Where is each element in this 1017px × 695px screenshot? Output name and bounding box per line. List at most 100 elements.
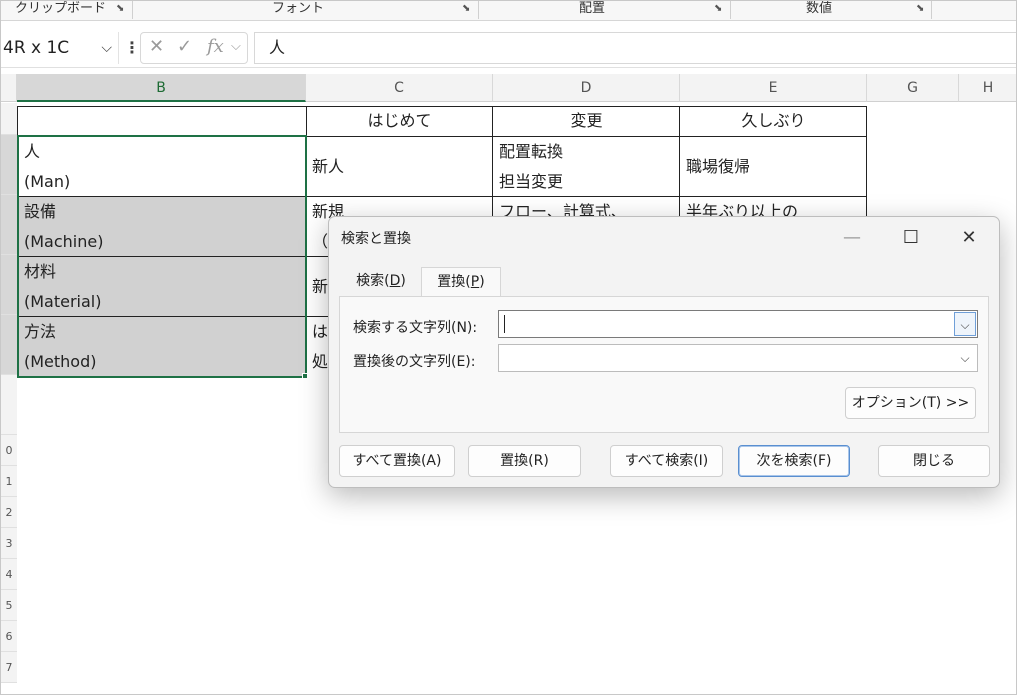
replace-button[interactable]: 置換(R) [468,445,581,477]
chevron-down-icon[interactable]: ⌵ [231,39,241,54]
table-border [17,136,867,137]
ribbon-group-label: 数値 [806,1,833,16]
table-header-cell[interactable]: はじめて [306,106,493,136]
row-header[interactable] [1,255,17,315]
replace-with-label: 置換後の文字列(E): [353,354,476,370]
cell-c[interactable]: 新人 [306,152,344,182]
cell-b-line2[interactable]: (Method) [18,347,97,377]
cell-c-line1[interactable]: は [306,317,328,347]
chevron-down-icon[interactable]: ⌵ [954,346,976,370]
options-button[interactable]: オプション(T) >> [845,387,976,419]
find-all-button[interactable]: すべて検索(I) [610,445,723,477]
enter-icon[interactable]: ✓ [177,36,192,57]
table-header-cell[interactable]: 変更 [493,106,680,136]
column-header-b[interactable]: B [17,74,306,102]
excel-window: クリップボード ⬊ フォント ⬊ 配置 ⬊ 数値 ⬊ 4R x 1C ⌵ ⋮ ✕… [0,0,1017,695]
table-border [17,106,18,377]
dialog-launcher-icon[interactable]: ⬊ [116,4,127,15]
cell-d-line1[interactable]: 配置転換 [493,137,563,167]
ribbon-group-label: クリップボード [15,1,107,16]
chevron-down-icon[interactable]: ⌵ [954,312,976,336]
ribbon-group-bar: クリップボード ⬊ フォント ⬊ 配置 ⬊ 数値 ⬊ [1,1,1016,21]
cell-c[interactable]: 新 [306,272,328,302]
row-header[interactable] [1,315,17,375]
tab-replace[interactable]: 置換(P) [421,267,501,298]
tab-replace-label: 置換(P) [437,274,485,290]
name-box-value: 4R x 1C [3,38,70,58]
replace-panel: 検索する文字列(N): ⌵ 置換後の文字列(E): ⌵ オプション(T) >> [339,296,989,433]
minimize-icon[interactable]: — [829,223,875,253]
cell-b-line1[interactable]: 方法 [18,317,56,347]
row-header[interactable]: 1 [1,466,17,497]
maximize-icon[interactable]: ☐ [888,223,934,253]
cell-b-line1[interactable]: 人 [18,137,40,167]
chevron-down-icon[interactable]: ⌵ [101,32,112,64]
table-header-cell[interactable]: 久しぶり [680,106,867,136]
cell-c-line2[interactable]: 処 [306,347,328,377]
find-what-input[interactable]: ⌵ [498,310,978,338]
table-border [306,106,307,377]
ribbon-group-label: フォント [272,1,325,16]
cell-b-line2[interactable]: (Material) [18,287,101,317]
cell-b-line1[interactable]: 材料 [18,257,56,287]
find-replace-dialog: 検索と置換 — ☐ ✕ 検索(D) 置換(P) 検索する文字列(N): ⌵ 置換… [328,216,1000,488]
column-header-c[interactable]: C [306,74,493,102]
row-header[interactable]: 7 [1,652,17,683]
row-header[interactable] [1,195,17,255]
dialog-launcher-icon[interactable]: ⬊ [462,4,473,15]
column-header-g[interactable]: G [867,74,959,102]
tab-find-label: 検索(D) [356,273,406,289]
replace-with-input[interactable]: ⌵ [498,344,978,372]
column-header-d[interactable]: D [493,74,680,102]
column-header-a[interactable] [1,74,17,102]
table-border [17,106,867,107]
cell-b-line2[interactable]: (Machine) [18,227,103,257]
row-header[interactable] [1,135,17,195]
cell-e[interactable]: 職場復帰 [680,152,750,182]
name-box[interactable]: 4R x 1C ⌵ [1,32,119,64]
table-border [17,196,867,197]
cell-d-line2[interactable]: 担当変更 [493,167,563,197]
ribbon-group-alignment: 配置 ⬊ [480,1,728,21]
row-header[interactable]: 2 [1,497,17,528]
ribbon-separator [931,1,932,19]
ribbon-group-font: フォント ⬊ [134,1,476,21]
cancel-icon[interactable]: ✕ [149,36,164,57]
find-next-button[interactable]: 次を検索(F) [738,445,850,477]
ribbon-group-label: 配置 [579,1,606,16]
column-header-h[interactable]: H [959,74,1016,102]
dialog-title: 検索と置換 [341,231,411,247]
find-what-label: 検索する文字列(N): [353,320,478,336]
formula-input[interactable]: 人 [254,32,1016,64]
row-header[interactable]: 6 [1,621,17,652]
table-header-cell[interactable] [17,106,306,136]
dialog-launcher-icon[interactable]: ⬊ [714,4,725,15]
row-header[interactable]: 3 [1,528,17,559]
table-border [17,376,307,377]
formula-buttons: ✕ ✓ fx ⌵ [140,32,248,64]
ribbon-separator [478,1,479,19]
row-header[interactable]: 5 [1,590,17,621]
close-button[interactable]: 閉じる [878,445,990,477]
cell-b-line2[interactable]: (Man) [18,167,70,197]
cell-c-line2[interactable]: （ [306,227,328,257]
text-caret [504,315,505,333]
ribbon-group-clipboard: クリップボード ⬊ [15,1,131,21]
formula-bar: 4R x 1C ⌵ ⋮ ✕ ✓ fx ⌵ 人 [1,30,1016,68]
dialog-launcher-icon[interactable]: ⬊ [916,4,927,15]
row-header[interactable]: 0 [1,435,17,466]
row-header[interactable]: 4 [1,559,17,590]
tab-find[interactable]: 検索(D) [341,267,421,297]
insert-function-icon[interactable]: fx [207,36,224,57]
ribbon-separator [730,1,731,19]
column-header-e[interactable]: E [680,74,867,102]
row-header[interactable] [1,103,17,135]
replace-all-button[interactable]: すべて置換(A) [339,445,455,477]
fill-handle[interactable] [302,373,308,379]
close-icon[interactable]: ✕ [946,223,992,253]
ribbon-group-number: 数値 ⬊ [732,1,930,21]
row-header[interactable] [1,375,17,435]
cell-b-line1[interactable]: 設備 [18,197,56,227]
ribbon-separator [132,1,133,19]
more-options-icon[interactable]: ⋮ [124,38,140,57]
